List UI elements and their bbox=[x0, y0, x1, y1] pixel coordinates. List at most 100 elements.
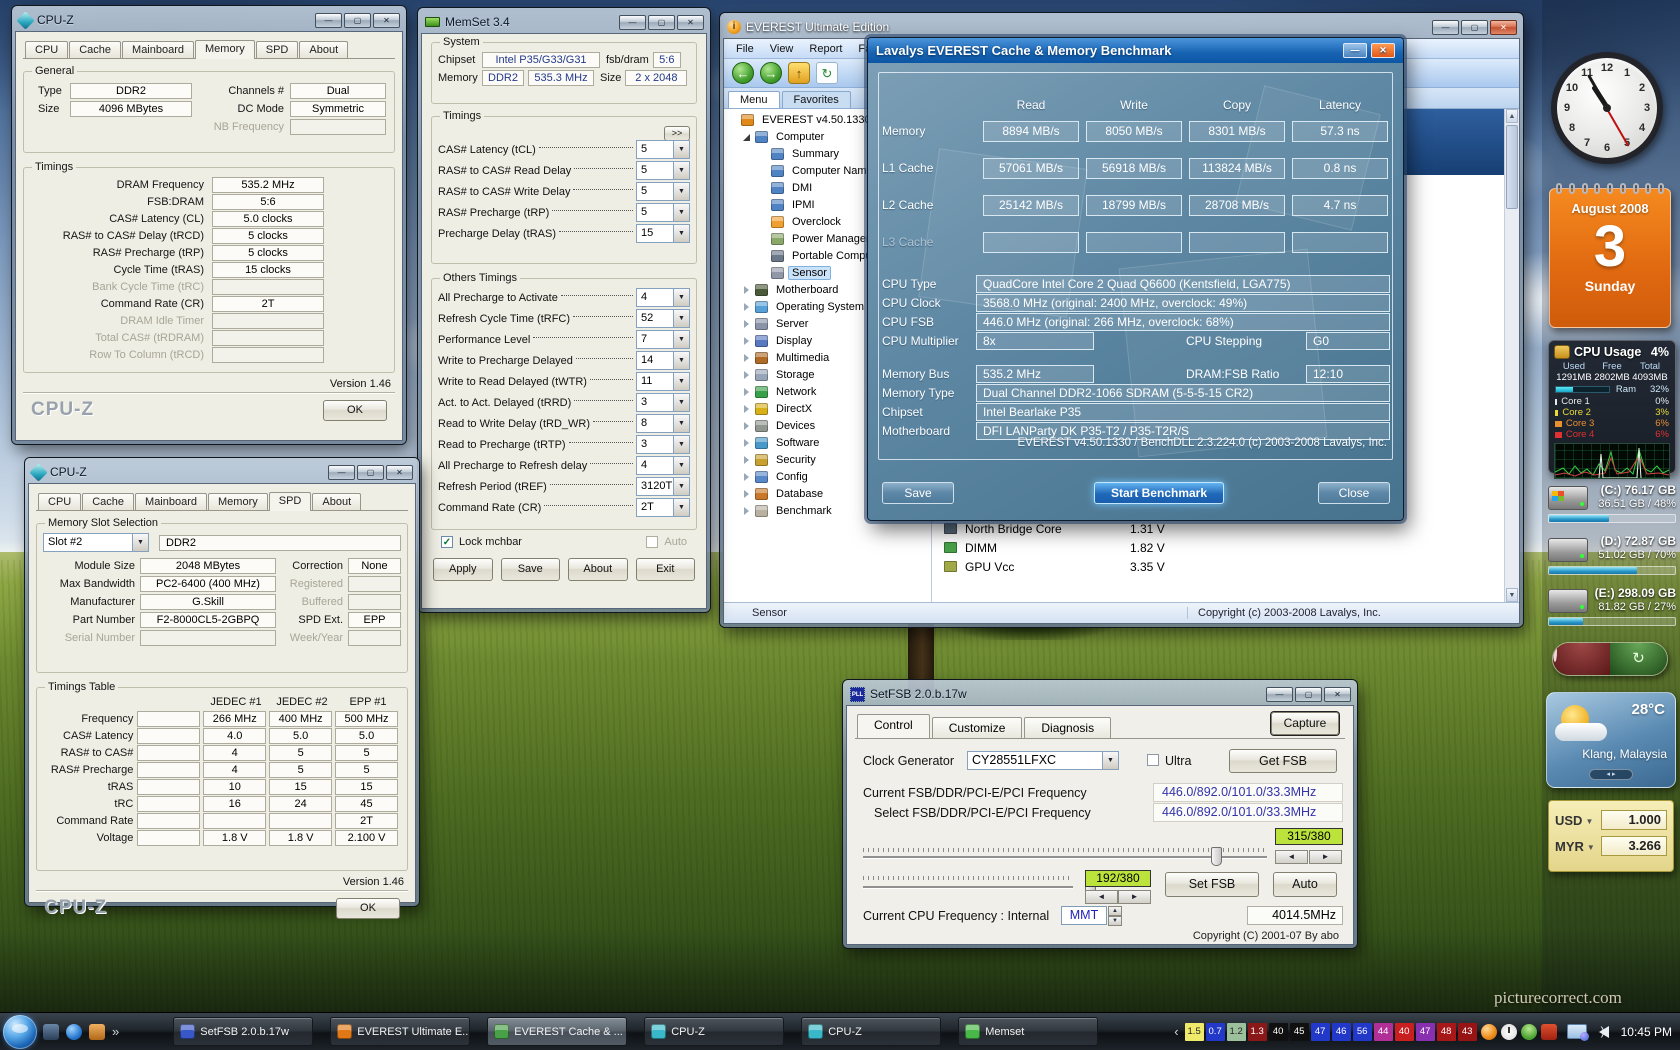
tray-monitor-badge[interactable]: 40 bbox=[1269, 1023, 1288, 1041]
chevron-down-icon[interactable]: ▼ bbox=[674, 393, 690, 412]
maximize-button[interactable]: ▢ bbox=[1295, 687, 1322, 702]
tab[interactable]: SPD bbox=[269, 492, 312, 511]
timing-select[interactable]: 7 ▼ bbox=[636, 330, 690, 349]
slider1-left-icon[interactable]: ◄ bbox=[1275, 850, 1308, 864]
tree-expander-icon[interactable] bbox=[742, 302, 752, 312]
chevron-down-icon[interactable]: ▼ bbox=[674, 414, 690, 433]
dialog-button[interactable]: Apply bbox=[433, 558, 493, 581]
task-button[interactable]: EVEREST Ultimate E... bbox=[330, 1017, 470, 1046]
currency-row[interactable]: USD ▼ 1.000 bbox=[1555, 807, 1667, 833]
tray-monitor-badge[interactable]: 48 bbox=[1437, 1023, 1456, 1041]
chevron-down-icon[interactable]: ▼ bbox=[674, 288, 690, 307]
drives-gadget[interactable]: (C:) 76.17 GB 36.51 GB / 48% (D:) 72.87 … bbox=[1548, 484, 1676, 638]
menu-item[interactable]: Report bbox=[801, 43, 850, 55]
chevron-down-icon[interactable]: ▼ bbox=[674, 435, 690, 454]
close-icon[interactable]: ✕ bbox=[677, 15, 704, 30]
sensor-row[interactable]: GPU Vcc 3.35 V bbox=[944, 557, 1495, 576]
tree-expander-icon[interactable] bbox=[758, 268, 768, 278]
scroll-thumb[interactable] bbox=[1506, 125, 1518, 209]
minimize-button[interactable]: — bbox=[1432, 20, 1459, 35]
tree-expander-icon[interactable] bbox=[742, 506, 752, 516]
tree-expander-icon[interactable] bbox=[742, 387, 752, 397]
timing-select[interactable]: 4 ▼ bbox=[636, 456, 690, 475]
chevron-right-icon[interactable]: » bbox=[112, 1024, 119, 1039]
timing-select[interactable]: 14 ▼ bbox=[636, 351, 690, 370]
tab[interactable]: Memory bbox=[195, 40, 255, 59]
tree-expander-icon[interactable] bbox=[742, 404, 752, 414]
tab[interactable]: About bbox=[299, 41, 348, 58]
chevron-down-icon[interactable]: ▼ bbox=[674, 456, 690, 475]
chevron-left-icon[interactable]: ‹ bbox=[1174, 1024, 1178, 1039]
task-button[interactable]: CPU-Z bbox=[644, 1017, 784, 1046]
slider1-handle[interactable] bbox=[1211, 847, 1222, 866]
close-icon[interactable]: ✕ bbox=[1371, 43, 1395, 58]
weather-pager[interactable]: ◂ ▸ bbox=[1589, 769, 1633, 780]
tray-monitor-badge[interactable]: 1.3 bbox=[1248, 1023, 1267, 1041]
close-icon[interactable]: ✕ bbox=[386, 465, 413, 480]
pane-tab[interactable]: Menu bbox=[728, 91, 780, 108]
tray-messenger-icon[interactable] bbox=[1521, 1024, 1537, 1040]
tree-expander-icon[interactable] bbox=[758, 166, 768, 176]
pane-tab[interactable]: Favorites bbox=[782, 91, 851, 108]
scroll-up-icon[interactable]: ▲ bbox=[1506, 109, 1518, 123]
network-icon[interactable] bbox=[1567, 1024, 1587, 1039]
show-desktop-icon[interactable] bbox=[43, 1024, 59, 1040]
timing-select[interactable]: 5 ▼ bbox=[636, 161, 690, 180]
timing-select[interactable]: 11 ▼ bbox=[636, 372, 690, 391]
tab[interactable]: Control bbox=[857, 714, 930, 738]
tab[interactable]: Mainboard bbox=[122, 41, 194, 58]
taskbar-clock[interactable]: 10:45 PM bbox=[1621, 1025, 1672, 1039]
tab[interactable]: About bbox=[312, 493, 361, 510]
tree-expander-icon[interactable] bbox=[742, 370, 752, 380]
dialog-button[interactable]: Exit bbox=[636, 558, 696, 581]
tab[interactable]: Cache bbox=[69, 41, 121, 58]
slider2-right-icon[interactable]: ► bbox=[1118, 890, 1151, 904]
chevron-down-icon[interactable]: ▼ bbox=[674, 203, 690, 222]
start-benchmark-button[interactable]: Start Benchmark bbox=[1094, 482, 1224, 504]
dialog-button[interactable]: Save bbox=[501, 558, 561, 581]
timing-select[interactable]: 4 ▼ bbox=[636, 288, 690, 307]
chevron-down-icon[interactable]: ▼ bbox=[1585, 817, 1593, 826]
expand-button[interactable]: >> bbox=[664, 126, 690, 141]
sensor-row[interactable]: North Bridge Core 1.31 V bbox=[944, 519, 1495, 538]
currency-code[interactable]: USD bbox=[1555, 813, 1582, 828]
forward-icon[interactable]: → bbox=[760, 62, 782, 84]
tab[interactable]: SPD bbox=[256, 41, 299, 58]
slider2-left-icon[interactable]: ◄ bbox=[1085, 890, 1118, 904]
maximize-button[interactable]: ▢ bbox=[344, 13, 371, 28]
tray-monitor-badge[interactable]: 1.5 bbox=[1185, 1023, 1204, 1041]
chevron-down-icon[interactable]: ▼ bbox=[674, 224, 690, 243]
timing-select[interactable]: 8 ▼ bbox=[636, 414, 690, 433]
tree-expander-icon[interactable] bbox=[758, 149, 768, 159]
chevron-down-icon[interactable]: ▼ bbox=[674, 182, 690, 201]
tree-expander-icon[interactable] bbox=[742, 421, 752, 431]
currency-row[interactable]: MYR ▼ 3.266 bbox=[1555, 833, 1667, 859]
refresh-icon[interactable]: ↻ bbox=[816, 62, 838, 84]
up-folder-icon[interactable]: ↑ bbox=[788, 62, 810, 84]
tray-monitor-badge[interactable]: 0.7 bbox=[1206, 1023, 1225, 1041]
timing-select[interactable]: 3 ▼ bbox=[636, 393, 690, 412]
close-icon[interactable]: ✕ bbox=[373, 13, 400, 28]
weather-gadget[interactable]: 28°C Klang, Malaysia ◂ ▸ bbox=[1546, 692, 1676, 788]
chevron-down-icon[interactable]: ▼ bbox=[674, 140, 690, 159]
sensor-row[interactable]: DIMM 1.82 V bbox=[944, 538, 1495, 557]
start-button[interactable] bbox=[3, 1015, 37, 1049]
timing-select[interactable]: 3 ▼ bbox=[636, 435, 690, 454]
task-button[interactable]: CPU-Z bbox=[801, 1017, 941, 1046]
tree-expander-icon[interactable] bbox=[758, 234, 768, 244]
tab[interactable]: Mainboard bbox=[135, 493, 207, 510]
chevron-down-icon[interactable]: ▼ bbox=[133, 533, 149, 552]
set-fsb-button[interactable]: Set FSB bbox=[1165, 872, 1259, 897]
tree-expander-icon[interactable] bbox=[758, 251, 768, 261]
timing-select[interactable]: 52 ▼ bbox=[636, 309, 690, 328]
scrollbar[interactable]: ▲ ▼ bbox=[1504, 109, 1519, 602]
close-icon[interactable]: ✕ bbox=[1324, 687, 1351, 702]
restart-button[interactable]: ↻ bbox=[1610, 643, 1667, 675]
tab[interactable]: CPU bbox=[38, 493, 81, 510]
tree-expander-icon[interactable] bbox=[758, 183, 768, 193]
maximize-button[interactable]: ▢ bbox=[648, 15, 675, 30]
fsb-slider-fine[interactable] bbox=[863, 886, 1073, 888]
clock-gadget[interactable]: 121234567891011 bbox=[1551, 52, 1663, 164]
chevron-down-icon[interactable]: ▼ bbox=[1587, 843, 1595, 852]
chevron-down-icon[interactable]: ▼ bbox=[674, 498, 690, 517]
